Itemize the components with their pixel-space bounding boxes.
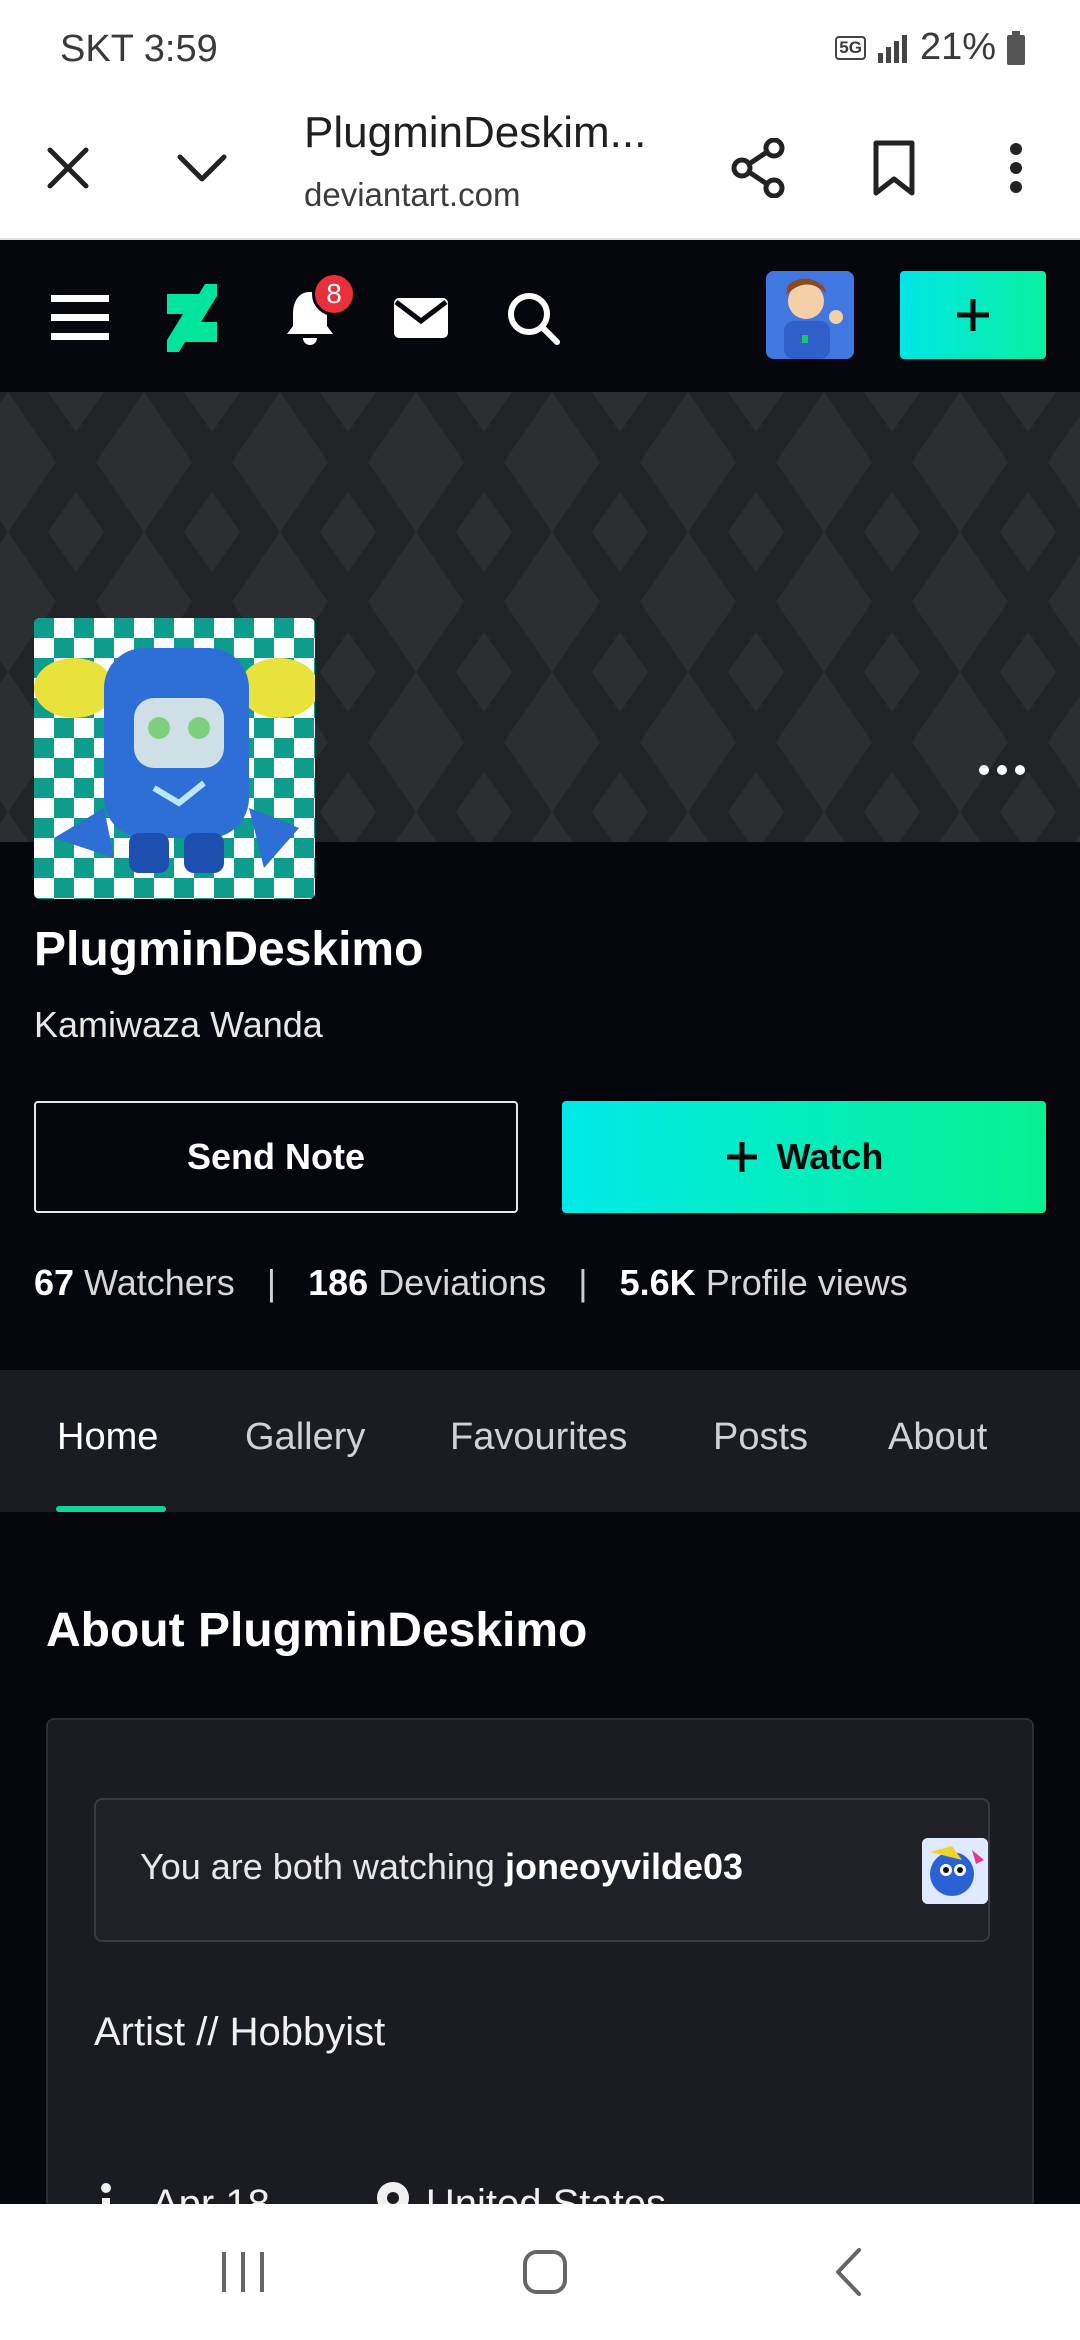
- system-nav-bar: [0, 2204, 1080, 2340]
- watch-button[interactable]: Watch: [562, 1101, 1046, 1213]
- tab-gallery[interactable]: Gallery: [245, 1416, 365, 1459]
- search-icon[interactable]: [500, 282, 566, 354]
- page-title[interactable]: PlugminDeskim...: [304, 108, 646, 158]
- profile-tabs: Home Gallery Favourites Posts About: [0, 1370, 1080, 1512]
- profile-username: PlugminDeskimo: [34, 923, 424, 976]
- menu-icon[interactable]: [44, 282, 116, 354]
- notification-badge: 8: [312, 272, 356, 316]
- mail-icon[interactable]: [388, 282, 454, 354]
- tab-posts[interactable]: Posts: [713, 1416, 808, 1459]
- back-icon[interactable]: [808, 2240, 888, 2304]
- profile-stats: 67 Watchers | 186 Deviations | 5.6K Prof…: [34, 1262, 908, 1304]
- mutual-watch-box[interactable]: You are both watching joneoyvilde03: [94, 1798, 990, 1942]
- tab-favourites[interactable]: Favourites: [450, 1416, 627, 1459]
- profile-avatar[interactable]: [34, 618, 315, 899]
- about-heading: About PlugminDeskimo: [46, 1604, 588, 1657]
- battery-percent: 21%: [919, 26, 996, 68]
- more-vertical-icon[interactable]: [984, 136, 1048, 200]
- share-icon[interactable]: [726, 136, 790, 200]
- stat-separator: |: [266, 1262, 277, 1303]
- send-note-label: Send Note: [186, 1136, 365, 1177]
- stat-value: 67: [34, 1262, 75, 1303]
- stat-value: 5.6K: [619, 1262, 696, 1303]
- battery-icon: [1007, 30, 1025, 65]
- chevron-down-icon[interactable]: [170, 136, 234, 200]
- url-domain[interactable]: deviantart.com: [304, 176, 520, 214]
- user-avatar[interactable]: [766, 271, 854, 359]
- network-badge: 5G: [835, 35, 866, 60]
- mutual-watch-prefix: You are both watching: [140, 1846, 495, 1887]
- stat-separator: |: [578, 1262, 588, 1303]
- status-time: SKT 3:59: [60, 28, 218, 70]
- browser-toolbar: PlugminDeskim... deviantart.com: [0, 96, 1080, 240]
- bookmark-icon[interactable]: [862, 136, 926, 200]
- create-button[interactable]: [900, 271, 1046, 359]
- stat-value: 186: [308, 1262, 369, 1303]
- stat-label: Profile views: [705, 1262, 908, 1303]
- close-icon[interactable]: [36, 136, 100, 200]
- stat-label: Watchers: [84, 1262, 235, 1303]
- plus-icon: [726, 1142, 757, 1172]
- tab-home[interactable]: Home: [57, 1416, 158, 1459]
- profile-tagline: Kamiwaza Wanda: [34, 1004, 323, 1045]
- send-note-button[interactable]: Send Note: [34, 1101, 518, 1213]
- status-bar: SKT 3:59 5G 21%: [0, 0, 1080, 96]
- home-icon[interactable]: [505, 2240, 585, 2304]
- mutual-user-avatar[interactable]: [922, 1838, 988, 1904]
- artist-type: Artist // Hobbyist: [94, 2010, 386, 2054]
- profile-more-button[interactable]: [960, 740, 1044, 800]
- signal-icon: [877, 34, 907, 63]
- tab-about[interactable]: About: [888, 1416, 987, 1459]
- deviantart-logo-icon[interactable]: [160, 282, 224, 354]
- stat-label: Deviations: [378, 1262, 547, 1303]
- mutual-watch-user[interactable]: joneoyvilde03: [505, 1846, 743, 1887]
- watch-label: Watch: [776, 1136, 884, 1177]
- mutual-watch-text: You are both watching joneoyvilde03: [140, 1846, 743, 1888]
- active-tab-indicator: [56, 1506, 166, 1512]
- status-indicators: 5G 21%: [835, 26, 1026, 69]
- recent-apps-icon[interactable]: [203, 2240, 283, 2304]
